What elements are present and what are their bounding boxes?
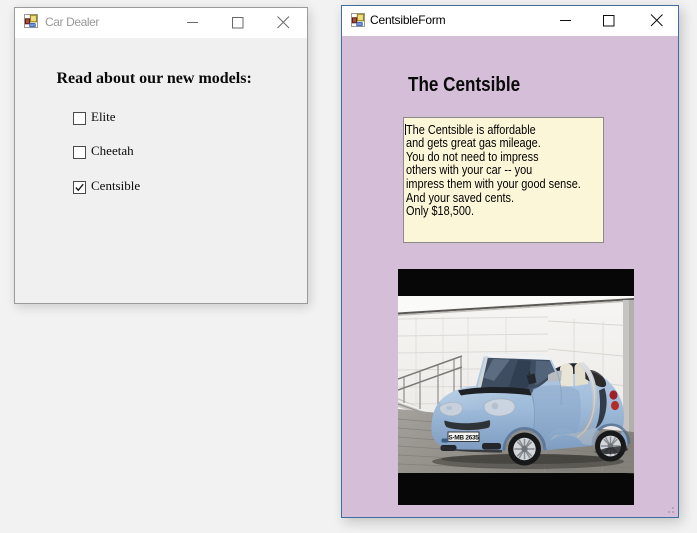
svg-text:S·MB 2635: S·MB 2635 (448, 435, 479, 442)
